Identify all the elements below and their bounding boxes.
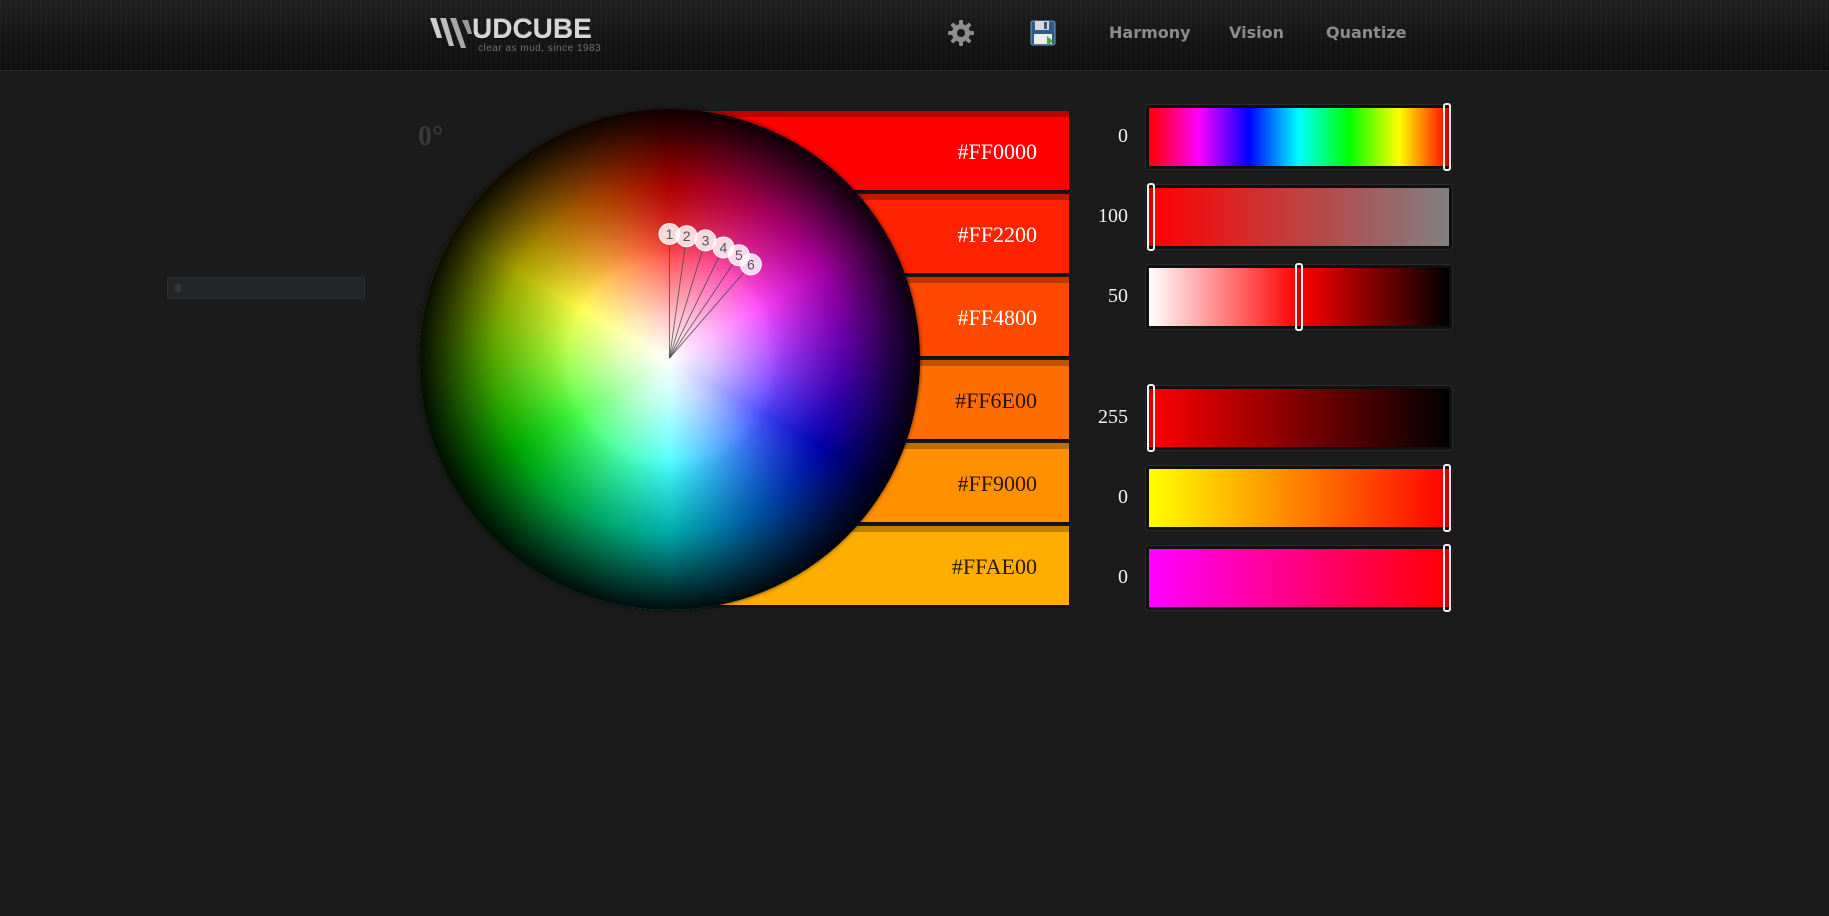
slider-track-green[interactable] xyxy=(1146,464,1452,532)
logo-text: UDCUBE xyxy=(472,13,592,44)
site-logo[interactable]: UDCUBE clear as mud, since 1983 xyxy=(428,12,608,58)
wheel-marker-number: 3 xyxy=(702,232,710,248)
wheel-marker[interactable]: 2 xyxy=(675,225,698,248)
slider-handle-hue[interactable] xyxy=(1443,103,1451,171)
slider-value-green: 0 xyxy=(1118,486,1128,508)
swatch-hex-label: #FF9000 xyxy=(957,471,1037,496)
slider-value-blue: 0 xyxy=(1118,566,1128,588)
top-nav-bar: UDCUBE clear as mud, since 1983 Harmony … xyxy=(0,0,1829,71)
slider-handle-saturation[interactable] xyxy=(1147,183,1155,251)
slider-value-lightness: 50 xyxy=(1108,285,1128,307)
wheel-marker[interactable]: 6 xyxy=(739,253,762,276)
slider-track-blue[interactable] xyxy=(1146,544,1452,612)
slider-handle-lightness[interactable] xyxy=(1295,263,1303,331)
slider-value-red: 255 xyxy=(1098,406,1128,428)
swatch-hex-label: #FF0000 xyxy=(957,139,1037,164)
faint-option-bar[interactable] xyxy=(167,277,365,299)
slider-handle-blue[interactable] xyxy=(1443,544,1451,612)
nav-link-vision[interactable]: Vision xyxy=(1229,23,1284,42)
slider-track-red[interactable] xyxy=(1146,384,1452,452)
slider-value-hue: 0 xyxy=(1118,125,1128,147)
slider-track-saturation[interactable] xyxy=(1146,183,1452,251)
wheel-marker-spoke xyxy=(669,254,740,359)
nav-link-quantize[interactable]: Quantize xyxy=(1326,23,1406,42)
gear-icon[interactable] xyxy=(946,18,976,48)
slider-value-saturation: 100 xyxy=(1098,205,1128,227)
nav-link-harmony[interactable]: Harmony xyxy=(1109,23,1191,42)
wheel-markers-layer: 1 2 3 4 56 xyxy=(658,223,762,359)
slider-track-hue[interactable] xyxy=(1146,103,1452,171)
wheel-marker-number: 4 xyxy=(720,239,728,255)
logo-tagline: clear as mud, since 1983 xyxy=(478,43,602,54)
slider-handle-green[interactable] xyxy=(1443,464,1451,532)
wheel-marker-number: 1 xyxy=(666,226,674,242)
color-wheel[interactable]: 123456 xyxy=(419,109,920,610)
slider-track-lightness[interactable] xyxy=(1146,263,1452,331)
faint-option-icon xyxy=(175,284,181,292)
swatch-hex-label: #FF2200 xyxy=(957,222,1037,247)
swatch-hex-label: #FF4800 xyxy=(957,305,1037,330)
save-floppy-icon[interactable] xyxy=(1028,18,1058,48)
wheel-marker-number: 2 xyxy=(683,228,691,244)
wheel-marker-spoke xyxy=(669,240,706,359)
logo-claw-icon xyxy=(430,18,472,48)
swatch-hex-label: #FFAE00 xyxy=(951,554,1037,579)
wheel-marker-number: 6 xyxy=(747,256,755,272)
wheel-marker-spoke xyxy=(669,264,752,359)
slider-handle-red[interactable] xyxy=(1147,384,1155,452)
swatch-hex-label: #FF6E00 xyxy=(955,388,1037,413)
